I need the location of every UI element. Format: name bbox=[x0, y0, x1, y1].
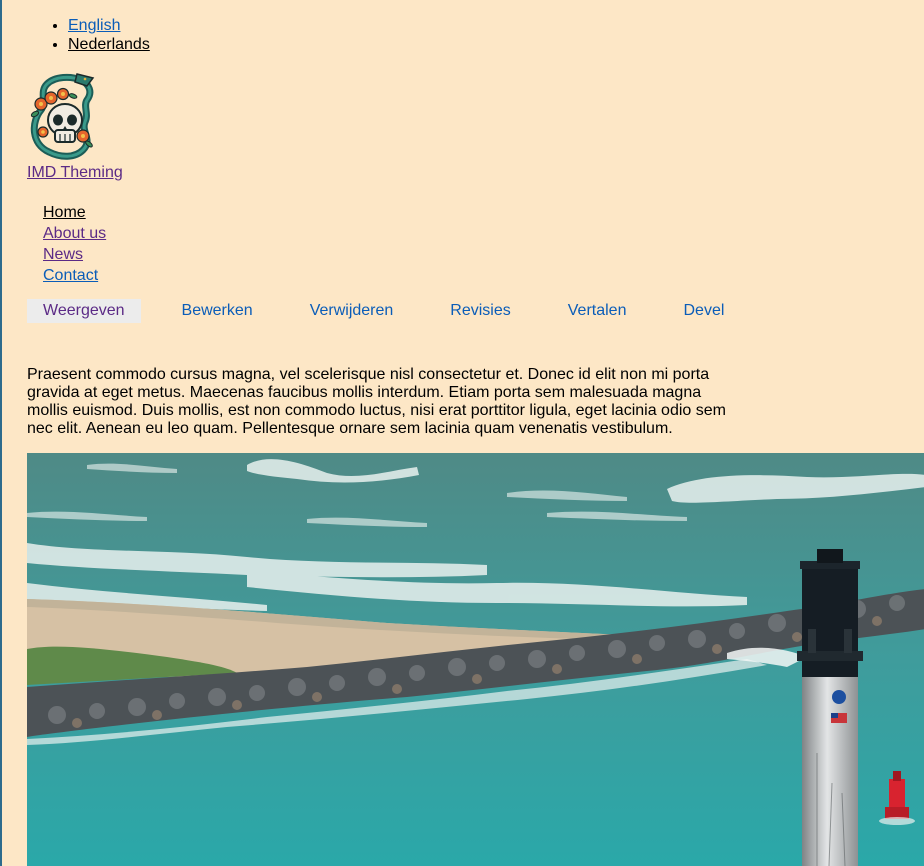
article-image bbox=[27, 453, 924, 866]
tab-verwijderen: Verwijderen bbox=[294, 299, 410, 323]
tab-link-bewerken[interactable]: Bewerken bbox=[166, 299, 269, 323]
language-switcher: English Nederlands bbox=[28, 16, 150, 54]
menu-link-contact[interactable]: Contact bbox=[43, 267, 98, 284]
tab-link-weergeven[interactable]: Weergeven bbox=[27, 299, 141, 323]
menu-item-news: News bbox=[43, 244, 106, 265]
menu-item-home: Home bbox=[43, 202, 106, 223]
menu-link-about-us[interactable]: About us bbox=[43, 225, 106, 242]
tab-link-vertalen[interactable]: Vertalen bbox=[552, 299, 643, 323]
site-logo[interactable] bbox=[27, 70, 99, 160]
tab-weergeven: Weergeven bbox=[27, 299, 141, 323]
tab-link-verwijderen[interactable]: Verwijderen bbox=[294, 299, 410, 323]
coastline-photo bbox=[27, 453, 924, 866]
site-name-link[interactable]: IMD Theming bbox=[27, 164, 123, 182]
language-link-nederlands[interactable]: Nederlands bbox=[68, 36, 150, 53]
main-menu: Home About us News Contact bbox=[43, 202, 106, 286]
tab-devel: Devel bbox=[667, 299, 740, 323]
tab-link-devel[interactable]: Devel bbox=[667, 299, 740, 323]
article-body-text: Praesent commodo cursus magna, vel scele… bbox=[27, 366, 726, 437]
tab-link-revisies[interactable]: Revisies bbox=[434, 299, 526, 323]
menu-link-home[interactable]: Home bbox=[43, 204, 86, 221]
language-item: English bbox=[68, 16, 150, 35]
language-link-english[interactable]: English bbox=[68, 17, 120, 34]
tab-revisies: Revisies bbox=[434, 299, 526, 323]
tab-bewerken: Bewerken bbox=[166, 299, 269, 323]
tab-vertalen: Vertalen bbox=[552, 299, 643, 323]
skull-snake-flowers-icon bbox=[30, 73, 95, 160]
menu-item-contact: Contact bbox=[43, 265, 106, 286]
language-item: Nederlands bbox=[68, 35, 150, 54]
menu-item-about-us: About us bbox=[43, 223, 106, 244]
menu-link-news[interactable]: News bbox=[43, 246, 83, 263]
local-tasks-tabs: Weergeven Bewerken Verwijderen Revisies … bbox=[27, 299, 765, 323]
